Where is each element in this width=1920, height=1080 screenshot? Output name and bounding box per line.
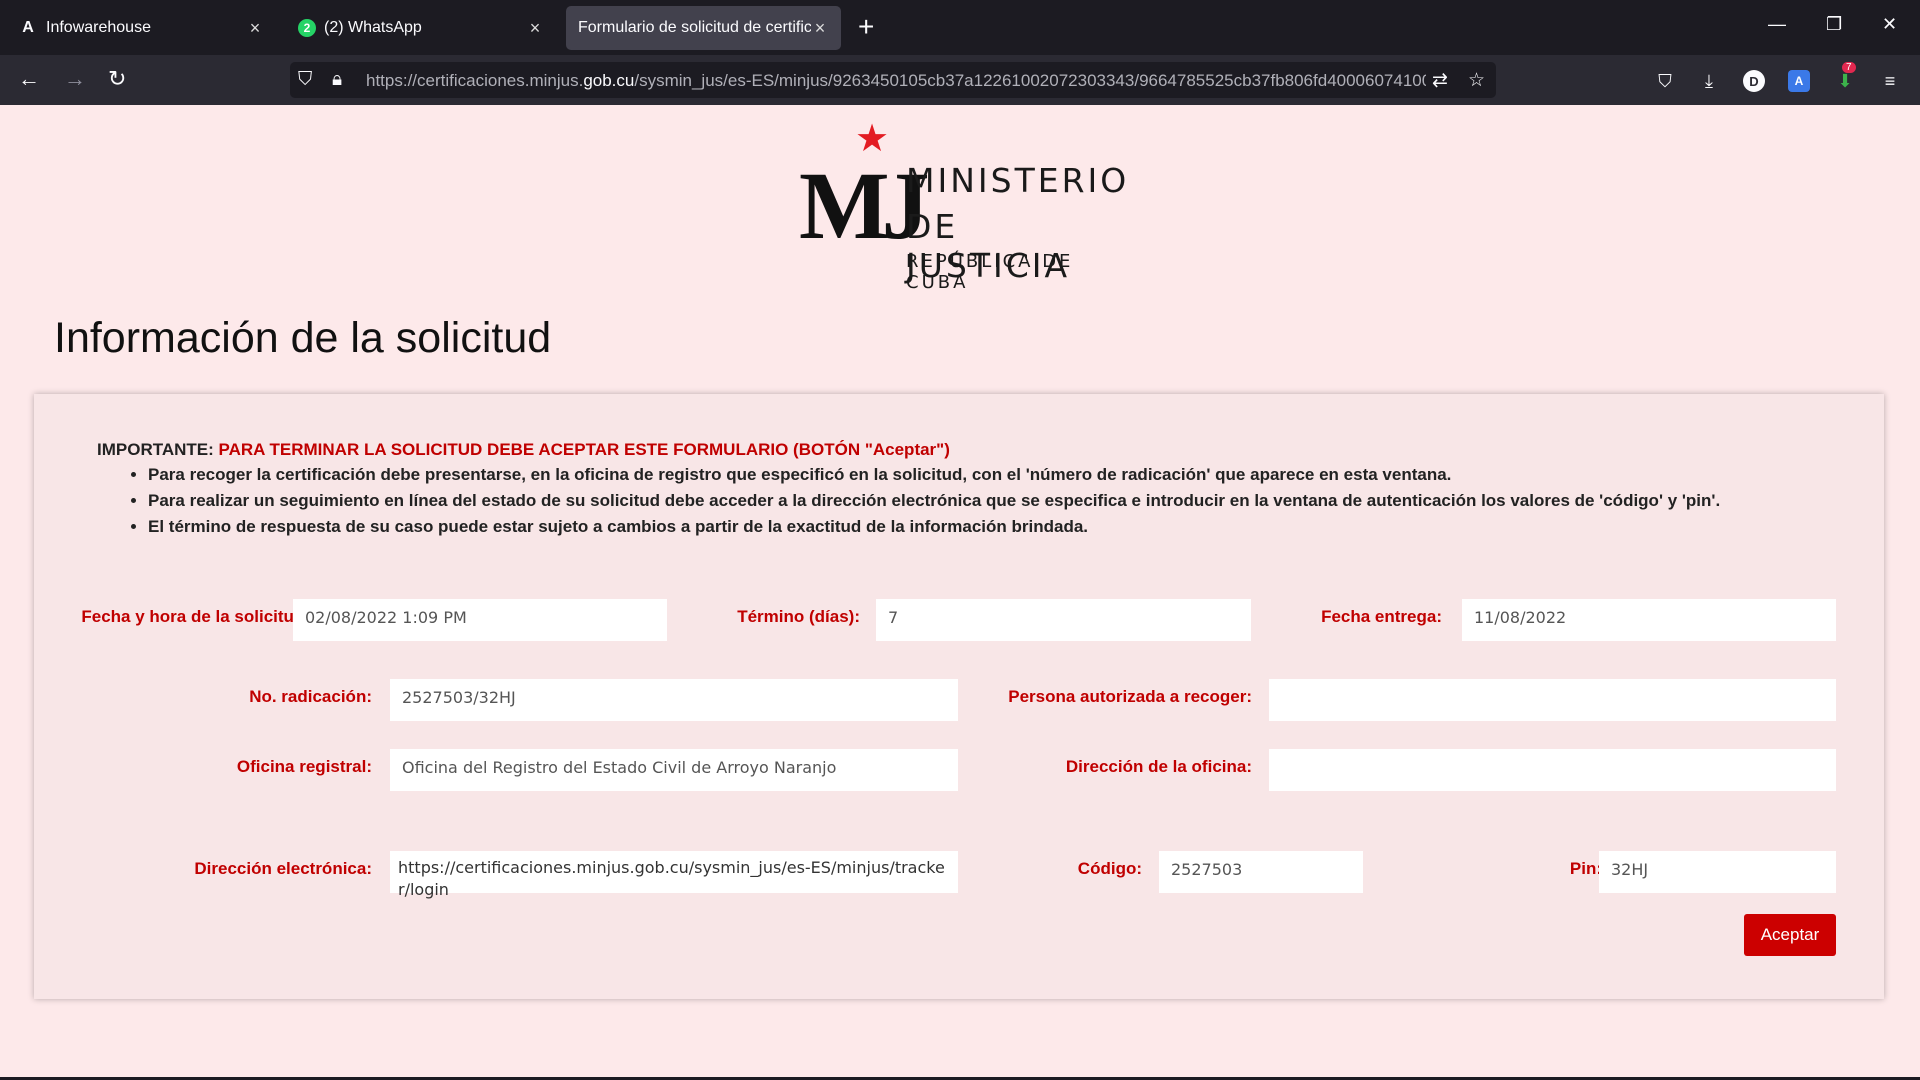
bookmark-star-icon[interactable]: ☆ xyxy=(1468,69,1485,92)
tab-label: (2) WhatsApp xyxy=(324,19,422,36)
close-window-icon[interactable]: ✕ xyxy=(1882,14,1897,35)
codigo-label: Código: xyxy=(1077,859,1142,878)
minimize-icon[interactable]: — xyxy=(1768,14,1786,35)
reload-icon[interactable]: ↻ xyxy=(108,67,126,91)
restore-icon[interactable]: ❐ xyxy=(1826,14,1842,35)
whatsapp-icon: 2 xyxy=(298,19,316,37)
download-extension-icon[interactable]: ⬇ xyxy=(1834,70,1856,92)
tab-label: Infowarehouse xyxy=(46,19,151,36)
close-icon[interactable]: × xyxy=(811,18,829,39)
notice-heading: IMPORTANTE: PARA TERMINAR LA SOLICITUD D… xyxy=(97,440,950,459)
profile-avatar[interactable]: D xyxy=(1743,70,1765,92)
url-text[interactable]: https://certificaciones.minjus.gob.cu/sy… xyxy=(366,71,1426,91)
logo-line-1: MINISTERIO xyxy=(906,161,1130,200)
codigo-field[interactable]: 2527503 xyxy=(1159,851,1363,893)
infowarehouse-favicon-icon: A xyxy=(22,19,34,36)
persona-label: Persona autorizada a recoger: xyxy=(1008,687,1252,706)
close-icon[interactable]: × xyxy=(526,18,544,39)
radicacion-field[interactable]: 2527503/32HJ xyxy=(390,679,958,721)
pin-field[interactable]: 32HJ xyxy=(1599,851,1836,893)
menu-icon[interactable]: ≡ xyxy=(1879,70,1901,92)
pin-label: Pin: xyxy=(1569,859,1602,878)
list-item: El término de respuesta de su caso puede… xyxy=(148,516,1720,537)
request-info-card: IMPORTANTE: PARA TERMINAR LA SOLICITUD D… xyxy=(34,394,1884,999)
nav-bar: ← → ↻ ⛉ 🔒︎ https://certificaciones.minju… xyxy=(0,55,1920,105)
extension-badge: 7 xyxy=(1842,62,1856,73)
radicacion-label: No. radicación: xyxy=(249,687,372,706)
tab-whatsapp[interactable]: 2 (2) WhatsApp × xyxy=(286,6,556,50)
close-icon[interactable]: × xyxy=(246,18,264,39)
logo-line-3: REPÚBLICA DE CUBA xyxy=(906,251,1074,293)
direccion-electronica-field[interactable]: https://certificaciones.minjus.gob.cu/sy… xyxy=(390,851,958,899)
direccion-oficina-label: Dirección de la oficina: xyxy=(1065,757,1252,776)
list-item: Para realizar un seguimiento en línea de… xyxy=(148,490,1720,511)
list-item: Para recoger la certificación debe prese… xyxy=(148,464,1720,485)
new-tab-icon[interactable]: + xyxy=(858,12,874,42)
tab-bar: A Infowarehouse × 2 (2) WhatsApp × Formu… xyxy=(0,0,1920,55)
forward-icon[interactable]: → xyxy=(64,67,86,91)
shield-icon[interactable]: ⛉ xyxy=(298,69,312,91)
url-bar[interactable]: ⛉ 🔒︎ https://certificaciones.minjus.gob.… xyxy=(290,62,1496,98)
accept-button[interactable]: Aceptar xyxy=(1744,914,1836,956)
page-title: Información de la solicitud xyxy=(54,314,552,362)
notice-list: Para recoger la certificación debe prese… xyxy=(130,464,1720,542)
oficina-field[interactable]: Oficina del Registro del Estado Civil de… xyxy=(390,749,958,791)
download-icon[interactable]: ⤓ xyxy=(1698,70,1720,92)
fecha-entrega-field[interactable]: 11/08/2022 xyxy=(1462,599,1836,641)
translate-extension-icon[interactable]: A xyxy=(1788,70,1810,92)
persona-field[interactable] xyxy=(1269,679,1836,721)
back-icon[interactable]: ← xyxy=(18,67,40,91)
direccion-oficina-field[interactable] xyxy=(1269,749,1836,791)
logo-monogram: MJ xyxy=(799,152,930,259)
fecha-entrega-label: Fecha entrega: xyxy=(1321,607,1442,626)
lock-icon[interactable]: 🔒︎ xyxy=(332,69,342,91)
tab-label: Formulario de solicitud de certificac xyxy=(578,19,811,36)
pocket-icon[interactable]: ⛉ xyxy=(1654,70,1676,92)
tab-infowarehouse[interactable]: A Infowarehouse × xyxy=(6,6,276,50)
fecha-hora-label: Fecha y hora de la solicitud: xyxy=(81,607,310,626)
fecha-hora-field[interactable]: 02/08/2022 1:09 PM xyxy=(293,599,667,641)
translate-page-icon[interactable]: ⇄ xyxy=(1432,69,1448,92)
ministry-logo: ★ MJ MINISTERIO DE JUSTICIA REPÚBLICA DE… xyxy=(795,118,1135,293)
termino-label: Término (días): xyxy=(737,607,860,626)
direccion-electronica-label: Dirección electrónica: xyxy=(194,859,372,878)
oficina-label: Oficina registral: xyxy=(236,757,372,776)
tab-formulario[interactable]: Formulario de solicitud de certificac × xyxy=(566,6,841,50)
termino-field[interactable]: 7 xyxy=(876,599,1251,641)
